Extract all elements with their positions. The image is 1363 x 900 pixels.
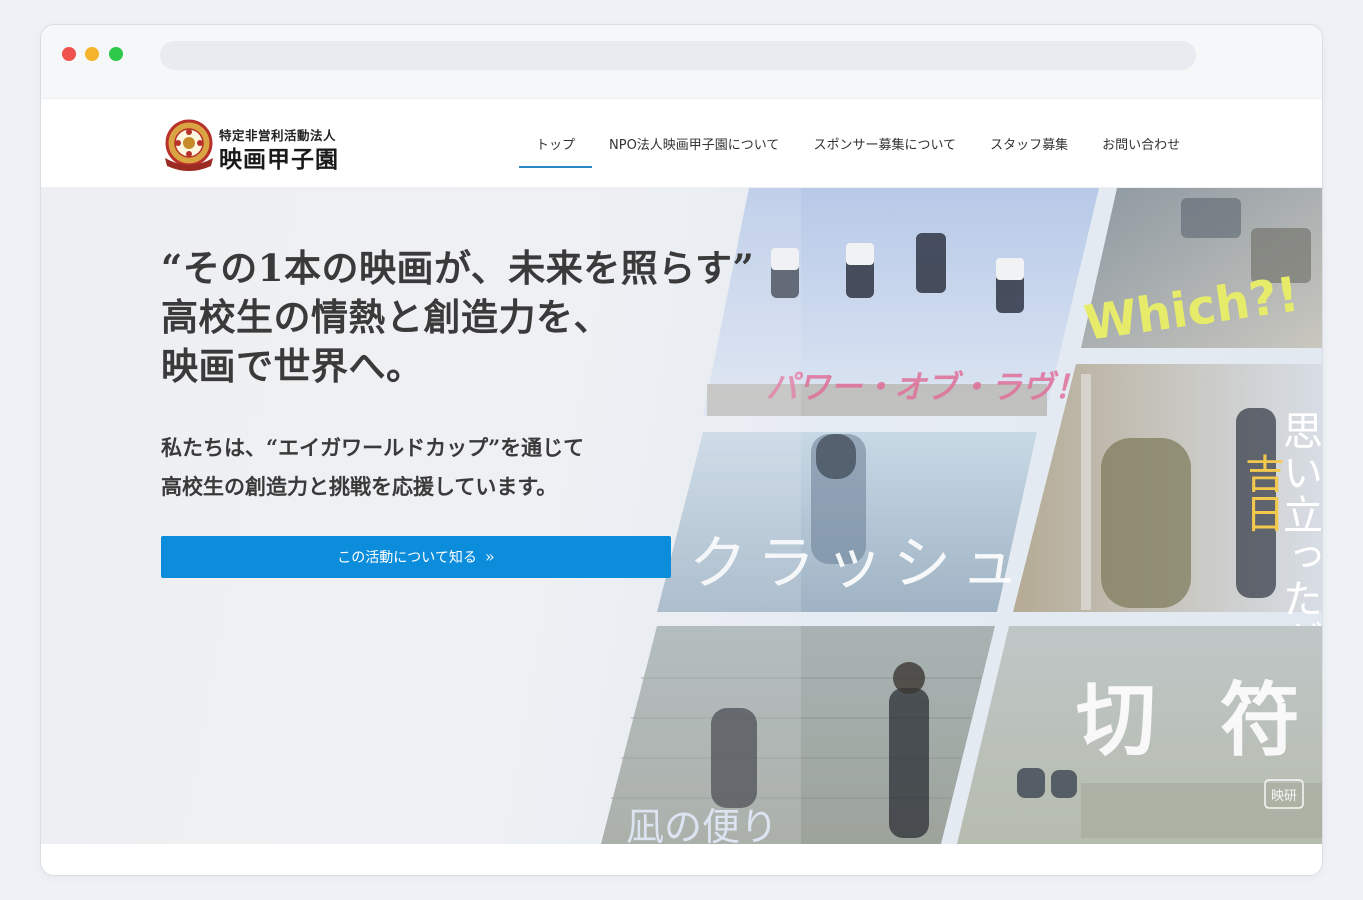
poster-which[interactable]: Which?! xyxy=(1081,188,1322,352)
hero-title: “その1本の映画が、未来を照らす” 高校生の情熱と創造力を、 映画で世界へ。 xyxy=(161,244,754,391)
hero-title-line-3: 映画で世界へ。 xyxy=(161,344,424,388)
poster-title-kippu: 切 符 xyxy=(1076,673,1318,767)
double-chevron-right-icon: » xyxy=(484,547,495,566)
hero-subtitle: 私たちは、“エイガワールドカップ”を通じて 高校生の創造力と挑戦を応援しています… xyxy=(161,428,584,506)
hero-subtitle-line-2: 高校生の創造力と挑戦を応援しています。 xyxy=(161,474,558,499)
below-hero-strip xyxy=(41,844,1322,875)
poster-badge-eiken: 映研 xyxy=(1271,789,1297,804)
nav-item-contact[interactable]: お問い合わせ xyxy=(1085,99,1197,188)
minimize-window-dot[interactable] xyxy=(85,47,99,61)
learn-activity-button[interactable]: この活動について知る » xyxy=(161,536,671,578)
nav-item-top[interactable]: トップ xyxy=(519,99,593,188)
nav-item-sponsor[interactable]: スポンサー募集について xyxy=(796,99,973,188)
logo-emblem-icon xyxy=(165,119,213,171)
logo-title: 映画甲子園 xyxy=(219,147,339,173)
poster-omoitatta[interactable]: 思い立ったが 吉日 xyxy=(1013,364,1322,662)
poster-title-omoitatta: 思い立ったが xyxy=(1276,410,1322,662)
poster-title-power-of-love: パワー・オブ・ラヴ！ xyxy=(766,368,1086,406)
site-logo[interactable]: 特定非営利活動法人 映画甲子園 xyxy=(161,118,343,173)
poster-kippu[interactable]: 切 符 映研 xyxy=(957,626,1322,844)
nav-item-about[interactable]: NPO法人映画甲子園について xyxy=(592,99,796,188)
maximize-window-dot[interactable] xyxy=(109,47,123,61)
nav-item-staff[interactable]: スタッフ募集 xyxy=(973,99,1085,188)
hero-title-line-2: 高校生の情熱と創造力を、 xyxy=(161,295,611,339)
site-header: 特定非営利活動法人 映画甲子園 トップ NPO法人映画甲子園について スポンサー… xyxy=(41,99,1322,188)
learn-activity-label: この活動について知る xyxy=(337,550,477,566)
browser-window: 特定非営利活動法人 映画甲子園 トップ NPO法人映画甲子園について スポンサー… xyxy=(40,24,1323,876)
poster-title-kichijitsu: 吉日 xyxy=(1238,453,1284,533)
hero-title-line-1: “その1本の映画が、未来を照らす” xyxy=(161,246,755,290)
main-nav: トップ NPO法人映画甲子園について スポンサー募集について スタッフ募集 お問… xyxy=(519,99,1197,188)
close-window-dot[interactable] xyxy=(62,47,76,61)
hero-section: パワー・オブ・ラヴ！ Which?! クラッシュ 思い立ったが 吉日 凪の便り … xyxy=(41,188,1322,844)
address-bar[interactable] xyxy=(160,41,1196,70)
browser-chrome xyxy=(41,25,1322,99)
hero-subtitle-line-1: 私たちは、“エイガワールドカップ”を通じて xyxy=(161,435,585,460)
